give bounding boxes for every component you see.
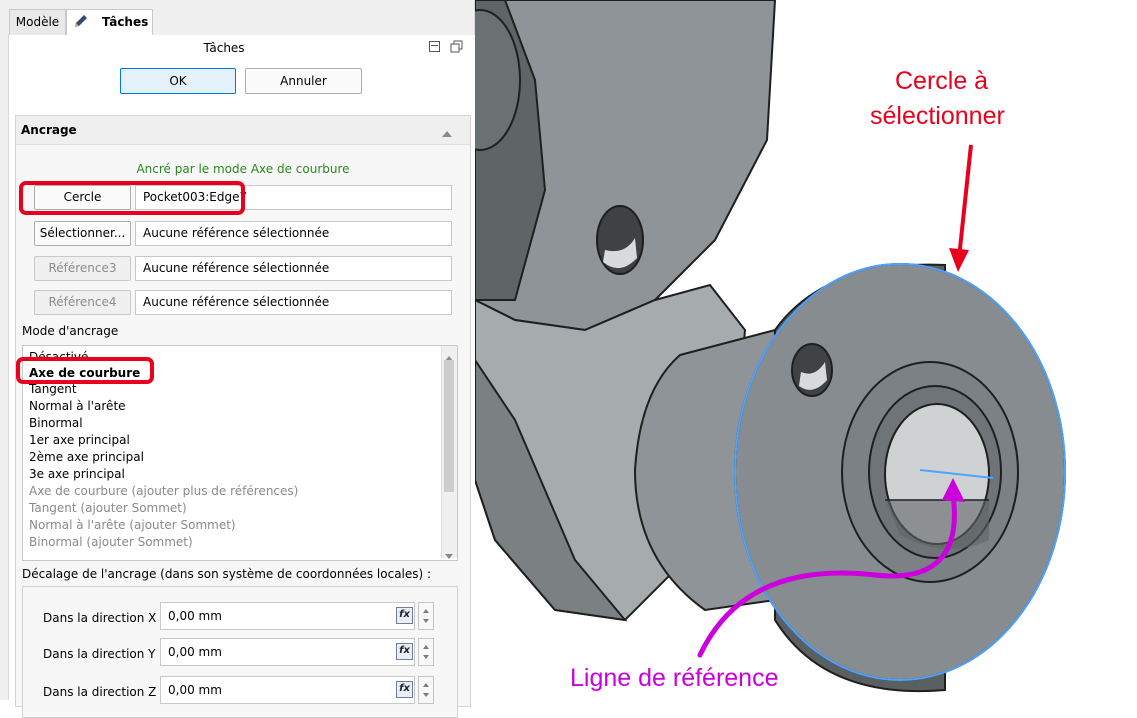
red-arrow (957, 144, 973, 259)
annotation-arrows (697, 144, 973, 658)
3d-viewport[interactable]: Cercle à sélectionner Ligne de référence (475, 0, 1137, 700)
list-scrollbar[interactable] (441, 346, 457, 560)
attach-status: Ancré par le mode Axe de courbure (136, 162, 350, 176)
list-item[interactable]: 3e axe principal (29, 467, 125, 481)
tab-tasks[interactable]: Tâches (66, 9, 153, 36)
float-window-icon[interactable] (450, 40, 464, 54)
list-item[interactable]: Tangent (ajouter Sommet) (29, 501, 187, 515)
attach-mode-label: Mode d'ancrage (22, 324, 119, 338)
offset-group: Dans la direction X 0,00 mm fx Dans la d… (22, 586, 458, 718)
task-panel: Modèle Tâches Tâches OK Annuler Ancrage (0, 0, 475, 718)
offset-label: Décalage de l'ancrage (dans son système … (22, 567, 432, 581)
list-item[interactable]: 2ème axe principal (29, 450, 144, 464)
cancel-button[interactable]: Annuler (245, 68, 362, 94)
ref2-field[interactable]: Aucune référence sélectionnée (135, 221, 452, 246)
offset-y-label: Dans la direction Y (43, 647, 156, 661)
offset-x-input[interactable]: 0,00 mm (160, 602, 415, 630)
fx-icon[interactable]: fx (396, 681, 413, 698)
fx-icon[interactable]: fx (396, 607, 413, 624)
ok-button[interactable]: OK (120, 68, 236, 94)
magenta-arrow (697, 492, 957, 658)
tab-tasks-label: Tâches (102, 15, 149, 29)
list-item[interactable]: Tangent (29, 382, 77, 396)
highlight-circle-ref (19, 181, 245, 215)
offset-x-label: Dans la direction X (43, 611, 157, 625)
red-arrowhead-icon (949, 248, 969, 272)
ref3-button: Référence3 (34, 256, 131, 281)
tab-bar: Modèle Tâches (0, 0, 474, 36)
list-item[interactable]: Normal à l'arête (29, 399, 126, 413)
offset-x-spinner[interactable] (418, 602, 434, 630)
scroll-thumb[interactable] (444, 360, 454, 492)
scroll-down-icon[interactable] (445, 548, 453, 560)
offset-y-input[interactable]: 0,00 mm (160, 638, 415, 666)
offset-y-spinner[interactable] (418, 638, 434, 666)
ref4-button: Référence4 (34, 290, 131, 315)
list-item[interactable]: Normal à l'arête (ajouter Sommet) (29, 518, 236, 532)
highlight-mode (16, 357, 154, 384)
tab-model[interactable]: Modèle (9, 9, 66, 35)
ref4-field[interactable]: Aucune référence sélectionnée (135, 290, 452, 315)
list-item[interactable]: Axe de courbure (ajouter plus de référen… (29, 484, 298, 498)
list-item[interactable]: 1er axe principal (29, 433, 130, 447)
collapse-arrow-icon (442, 126, 452, 140)
attachment-section-header[interactable]: Ancrage (16, 116, 470, 145)
offset-z-label: Dans la direction Z (43, 685, 157, 699)
fx-icon[interactable]: fx (396, 643, 413, 660)
ref2-button[interactable]: Sélectionner... (34, 221, 131, 246)
ref3-field[interactable]: Aucune référence sélectionnée (135, 256, 452, 281)
list-item[interactable]: Binormal (ajouter Sommet) (29, 535, 193, 549)
section-title: Ancrage (21, 123, 77, 137)
list-item[interactable]: Binormal (29, 416, 83, 430)
collapse-icon[interactable] (429, 41, 440, 52)
tasks-title: Tâches (203, 41, 245, 55)
magenta-arrowhead-icon (942, 478, 965, 502)
